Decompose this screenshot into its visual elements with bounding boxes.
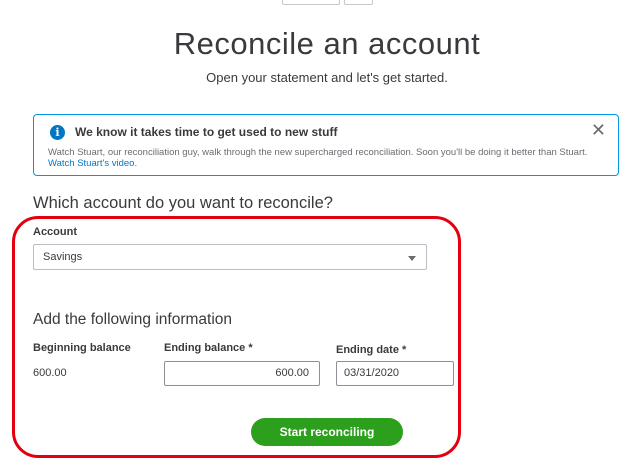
- page-subtitle: Open your statement and let's get starte…: [206, 70, 448, 85]
- account-select[interactable]: Savings: [33, 244, 427, 270]
- chevron-down-icon: [408, 256, 416, 261]
- account-question: Which account do you want to reconcile?: [33, 194, 333, 212]
- start-reconciling-button[interactable]: Start reconciling: [251, 418, 403, 446]
- banner-body: Watch Stuart, our reconciliation guy, wa…: [48, 147, 602, 169]
- top-control-fragment-right: [344, 0, 373, 5]
- account-select-value: Savings: [43, 251, 83, 263]
- ending-date-label: Ending date *: [336, 344, 407, 356]
- close-icon[interactable]: ✕: [591, 120, 606, 141]
- ending-balance-field[interactable]: 600.00: [164, 361, 320, 386]
- info-icon: i: [50, 125, 65, 140]
- page-title: Reconcile an account: [173, 26, 481, 61]
- beginning-balance-label: Beginning balance: [33, 342, 131, 354]
- beginning-balance-value: 600.00: [33, 367, 67, 379]
- ending-balance-label: Ending balance *: [164, 342, 253, 354]
- account-label: Account: [33, 226, 77, 238]
- banner-heading: We know it takes time to get used to new…: [75, 125, 338, 139]
- banner-body-text: Watch Stuart, our reconciliation guy, wa…: [48, 147, 588, 158]
- ending-date-field[interactable]: 03/31/2020: [336, 361, 454, 386]
- top-control-fragment-left: [282, 0, 340, 5]
- info-banner: i We know it takes time to get used to n…: [33, 114, 619, 176]
- watch-video-link[interactable]: Watch Stuart's video.: [48, 158, 137, 169]
- add-info-heading: Add the following information: [33, 311, 233, 328]
